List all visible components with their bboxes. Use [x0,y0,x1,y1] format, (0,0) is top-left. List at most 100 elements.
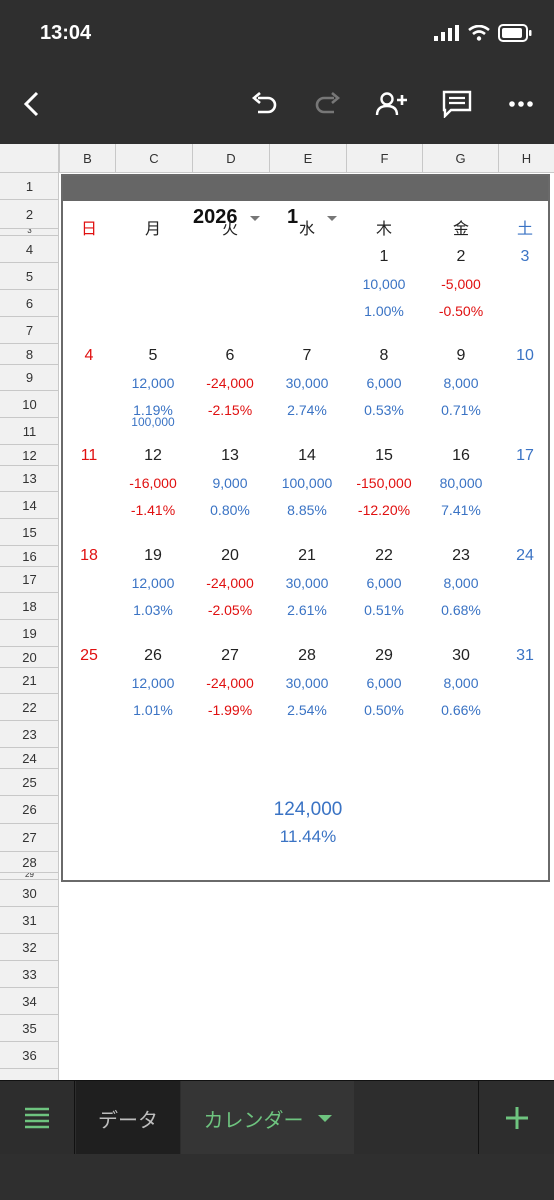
add-person-icon [375,92,407,116]
row-header[interactable]: 19 [0,620,59,647]
signal-icon [434,25,459,41]
sheet-tab-data[interactable]: データ [76,1081,180,1155]
row-header[interactable]: 31 [0,907,59,934]
bottom-bar [0,1154,554,1200]
day-rate: 0.66% [441,702,481,718]
column-header[interactable]: H [498,144,554,173]
row-header[interactable]: 6 [0,290,59,317]
redo-button[interactable] [308,84,348,124]
row-header[interactable]: 36 [0,1042,59,1069]
row-header[interactable]: 27 [0,824,59,852]
day-rate: 1.03% [133,602,173,618]
row-header[interactable]: 24 [0,748,59,769]
sheet-list-icon [25,1107,49,1129]
calendar-day: 7 [302,347,312,364]
row-header[interactable]: 34 [0,988,59,1015]
wifi-icon [468,25,490,41]
day-amount: 100,000 [281,475,333,491]
more-button[interactable] [501,84,541,124]
row-header[interactable]: 1 [0,173,59,200]
calendar-day: 8 [379,347,389,364]
column-header[interactable]: F [346,144,422,173]
row-header[interactable]: 11 [0,418,59,445]
calendar-day: 31 [516,647,534,664]
row-header[interactable]: 7 [0,317,59,344]
row-header-column: 1 2 3 4 5 6 7 8 9 10 11 12 13 14 15 16 1… [0,173,59,1080]
day-amount: 30,000 [285,675,329,691]
row-header[interactable]: 21 [0,668,59,694]
day-rate: 0.50% [364,702,404,718]
select-all-corner[interactable] [0,144,59,173]
day-rate: 1.01% [133,702,173,718]
undo-button[interactable] [244,84,284,124]
row-header[interactable]: 14 [0,492,59,519]
sheet-tab-calendar[interactable]: カレンダー [181,1081,354,1155]
day-amount: -16,000 [129,475,177,491]
column-header[interactable]: D [192,144,269,173]
row-header[interactable]: 26 [0,796,59,824]
day-rate: -12.20% [357,502,411,518]
share-button[interactable] [372,84,412,124]
row-header[interactable]: 13 [0,466,59,492]
row-header[interactable]: 33 [0,961,59,988]
row-header[interactable]: 9 [0,365,59,391]
column-header-row: B C D E F G H [0,144,554,173]
row-header[interactable]: 29 [0,873,59,880]
calendar-day: 22 [375,547,393,564]
comment-icon [442,90,472,118]
row-header[interactable]: 30 [0,880,59,907]
day-amount: 30,000 [285,375,329,391]
calendar-day: 19 [144,547,162,564]
back-icon [23,91,39,117]
column-header[interactable]: B [59,144,115,173]
day-amount: 9,000 [212,475,248,491]
week-note: 100,000 [131,415,175,429]
row-header[interactable]: 35 [0,1015,59,1042]
calendar-day: 10 [516,347,534,364]
day-amount: 12,000 [131,575,175,591]
day-rate: 0.51% [364,602,404,618]
day-rate: -2.15% [207,402,253,418]
total-amount: 124,000 [273,799,343,820]
day-amount: 12,000 [131,375,175,391]
top-bar: 13:04 [0,0,554,144]
day-amount: 6,000 [366,375,402,391]
day-rate: -2.05% [207,602,253,618]
weekday-label: 月 [144,221,161,238]
row-header[interactable]: 22 [0,694,59,721]
calendar-day: 6 [225,347,235,364]
calendar-day: 14 [298,447,316,464]
row-header[interactable]: 32 [0,934,59,961]
add-sheet-button[interactable] [478,1081,554,1155]
calendar-day: 17 [516,447,534,464]
battery-icon [498,24,532,42]
row-header[interactable]: 5 [0,263,59,290]
day-amount: 10,000 [362,276,406,292]
back-button[interactable] [12,84,52,124]
day-amount: 8,000 [443,575,479,591]
row-header[interactable]: 15 [0,519,59,546]
comment-button[interactable] [437,84,477,124]
column-header[interactable]: G [422,144,498,173]
day-amount: 30,000 [285,575,329,591]
row-header[interactable]: 28 [0,852,59,873]
column-header[interactable]: E [269,144,346,173]
day-rate: 1.00% [364,303,404,319]
column-header[interactable]: C [115,144,192,173]
row-header[interactable]: 4 [0,236,59,263]
calendar-day: 27 [221,647,239,664]
sheet-menu-icon[interactable] [317,1114,332,1122]
calendar-day: 24 [516,547,534,564]
day-rate: 2.74% [287,402,327,418]
row-header[interactable]: 10 [0,391,59,418]
calendar-day: 12 [144,447,162,464]
row-header[interactable]: 17 [0,567,59,593]
calendar-day: 20 [221,547,239,564]
row-header[interactable]: 18 [0,593,59,620]
day-amount: 8,000 [443,675,479,691]
row-header[interactable]: 25 [0,769,59,796]
redo-icon [315,92,341,114]
all-sheets-button[interactable] [0,1081,75,1155]
spreadsheet-grid[interactable]: B C D E F G H 1 2 3 4 5 6 7 8 9 10 11 12… [0,144,554,1080]
row-header[interactable]: 23 [0,721,59,748]
